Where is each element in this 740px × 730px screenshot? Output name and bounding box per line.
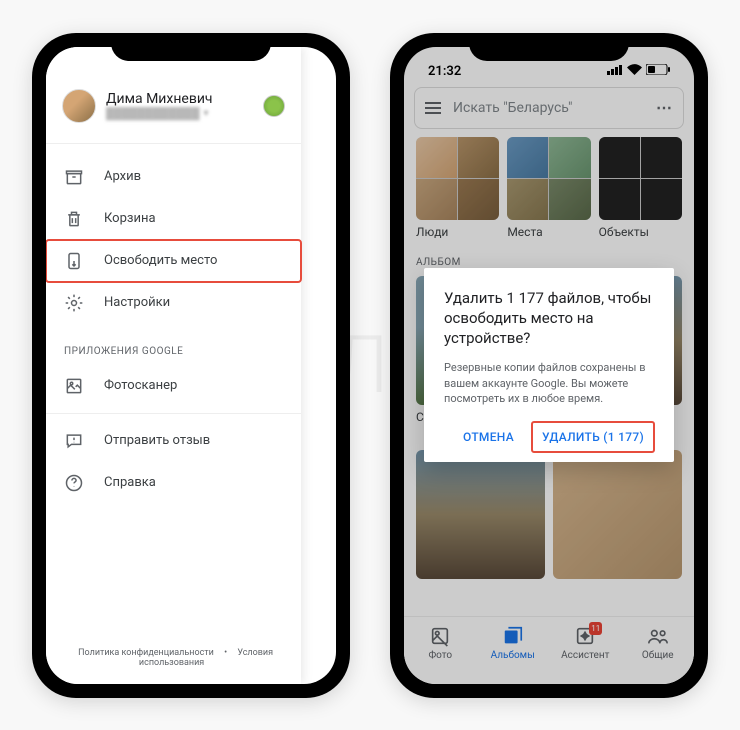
user-info: Дима Михневич ████████████ ▾	[106, 91, 263, 120]
menu-label: Отправить отзыв	[104, 433, 210, 448]
nav-drawer: Дима Михневич ████████████ ▾ Архив	[46, 47, 301, 684]
chevron-down-icon[interactable]: ▾	[204, 108, 209, 119]
photoscan-icon	[64, 376, 84, 396]
screen-albums: 21:32 Искать "Беларусь" ⋯	[404, 47, 694, 684]
menu-label: Освободить место	[104, 253, 217, 268]
avatar[interactable]	[62, 89, 96, 123]
menu-label: Справка	[104, 475, 156, 490]
menu-label: Фотосканер	[104, 378, 177, 393]
menu-item-settings[interactable]: Настройки	[46, 282, 301, 324]
menu-label: Корзина	[104, 211, 156, 226]
dialog-actions: ОТМЕНА УДАЛИТЬ (1 177)	[444, 422, 654, 452]
phone-right: 21:32 Искать "Беларусь" ⋯	[390, 33, 708, 698]
delete-button[interactable]: УДАЛИТЬ (1 177)	[532, 422, 654, 452]
divider	[46, 143, 301, 144]
menu-main: Архив Корзина Освободить место	[46, 150, 301, 330]
user-email: ████████████ ▾	[106, 107, 263, 120]
free-up-space-icon	[64, 251, 84, 271]
menu-item-archive[interactable]: Архив	[46, 156, 301, 198]
help-icon	[64, 473, 84, 493]
footer-links: Политика конфиденциальности • Условия ис…	[46, 632, 301, 684]
section-google-apps: ПРИЛОЖЕНИЯ GOOGLE	[46, 330, 301, 365]
dot: •	[220, 648, 231, 658]
menu-item-help[interactable]: Справка	[46, 462, 301, 504]
archive-icon	[64, 167, 84, 187]
menu-item-feedback[interactable]: Отправить отзыв	[46, 420, 301, 462]
drawer-header[interactable]: Дима Михневич ████████████ ▾	[46, 47, 301, 137]
menu-item-photoscan[interactable]: Фотосканер	[46, 365, 301, 407]
phone-left: Дима Михневич ████████████ ▾ Архив	[32, 33, 350, 698]
cancel-button[interactable]: ОТМЕНА	[453, 422, 524, 452]
user-name: Дима Михневич	[106, 91, 263, 107]
screen-drawer: Дима Михневич ████████████ ▾ Архив	[46, 47, 336, 684]
menu-label: Архив	[104, 169, 141, 184]
link-privacy[interactable]: Политика конфиденциальности	[74, 648, 218, 658]
modal-overlay: Удалить 1 177 файлов, чтобы освободить м…	[404, 47, 694, 684]
account-switch-badge[interactable]	[263, 95, 285, 117]
gear-icon	[64, 293, 84, 313]
feedback-icon	[64, 431, 84, 451]
divider	[46, 413, 301, 414]
dialog-free-up-space: Удалить 1 177 файлов, чтобы освободить м…	[424, 268, 674, 463]
menu-item-trash[interactable]: Корзина	[46, 198, 301, 240]
menu-label: Настройки	[104, 295, 170, 310]
menu-item-free-up-space[interactable]: Освободить место	[46, 240, 301, 282]
dialog-body: Резервные копии файлов сохранены в вашем…	[444, 360, 654, 406]
trash-icon	[64, 209, 84, 229]
dialog-title: Удалить 1 177 файлов, чтобы освободить м…	[444, 288, 654, 349]
